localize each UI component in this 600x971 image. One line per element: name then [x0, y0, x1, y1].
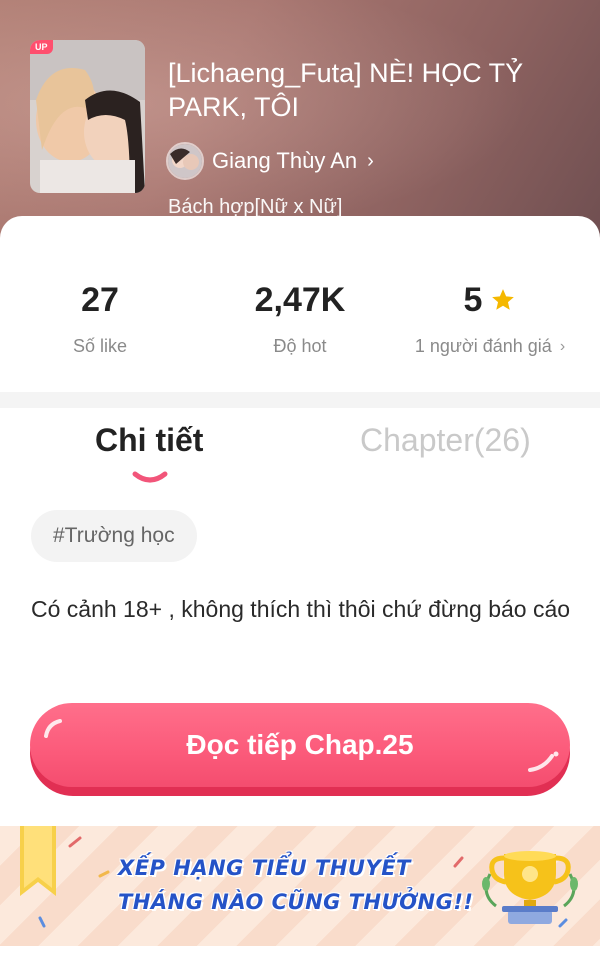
author-name: Giang Thùy An	[212, 148, 358, 173]
story-description: Có cảnh 18+ , không thích thì thôi chứ đ…	[31, 596, 571, 622]
rating-value-row: 5	[390, 278, 590, 322]
author-link[interactable]: Giang Thùy An ›	[166, 142, 374, 180]
tab-chapters[interactable]: Chapter(26)	[360, 422, 531, 459]
up-badge: UP	[30, 40, 53, 54]
tag-chip[interactable]: #Trường học	[31, 510, 197, 562]
likes-label: Số like	[72, 336, 128, 356]
tab-active-indicator	[132, 471, 168, 483]
rating-label-row: 1 người đánh giá ›	[390, 336, 590, 357]
story-info-card: 27 Số like 2,47K Độ hot 5 1 người đánh g…	[0, 216, 600, 971]
stats-row: 27 Số like 2,47K Độ hot 5 1 người đánh g…	[0, 278, 600, 368]
author-avatar	[166, 142, 204, 180]
continue-reading-button[interactable]: Đọc tiếp Chap.25	[30, 703, 570, 787]
rating-value: 5	[463, 281, 483, 319]
story-title: [Lichaeng_Futa] NÈ! HỌC TỶ PARK, TÔI	[168, 58, 524, 122]
story-cover[interactable]: UP	[30, 40, 145, 193]
banner-title-line1: XẾP HẠNG TIỂU THUYẾT	[118, 856, 411, 880]
stat-likes: 27 Số like	[0, 278, 200, 357]
tab-bar: Chi tiết Chapter(26)	[0, 422, 600, 492]
hot-label: Độ hot	[273, 336, 327, 356]
chevron-right-icon: ›	[559, 337, 566, 355]
section-divider	[0, 392, 600, 408]
stat-hot: 2,47K Độ hot	[200, 278, 400, 357]
rating-count-label: 1 người đánh giá	[414, 336, 552, 356]
tab-details[interactable]: Chi tiết	[95, 422, 203, 459]
ranking-promo-banner[interactable]: XẾP HẠNG TIỂU THUYẾT THÁNG NÀO CŨNG THƯỞ…	[0, 826, 600, 946]
story-detail-page: UP [Lichaeng_Futa] NÈ! HỌC TỶ PARK, TÔI …	[0, 0, 600, 971]
stat-rating[interactable]: 5 1 người đánh giá ›	[390, 278, 590, 357]
likes-count: 27	[81, 281, 119, 319]
hot-count: 2,47K	[254, 281, 346, 319]
trophy-icon	[482, 851, 578, 924]
chevron-right-icon: ›	[367, 149, 374, 172]
banner-title-line2: THÁNG NÀO CŨNG THƯỞNG!!	[118, 890, 474, 914]
button-gloss-icon	[528, 751, 559, 772]
cover-image	[30, 40, 145, 193]
star-icon	[492, 289, 515, 310]
button-gloss-icon	[44, 719, 62, 738]
